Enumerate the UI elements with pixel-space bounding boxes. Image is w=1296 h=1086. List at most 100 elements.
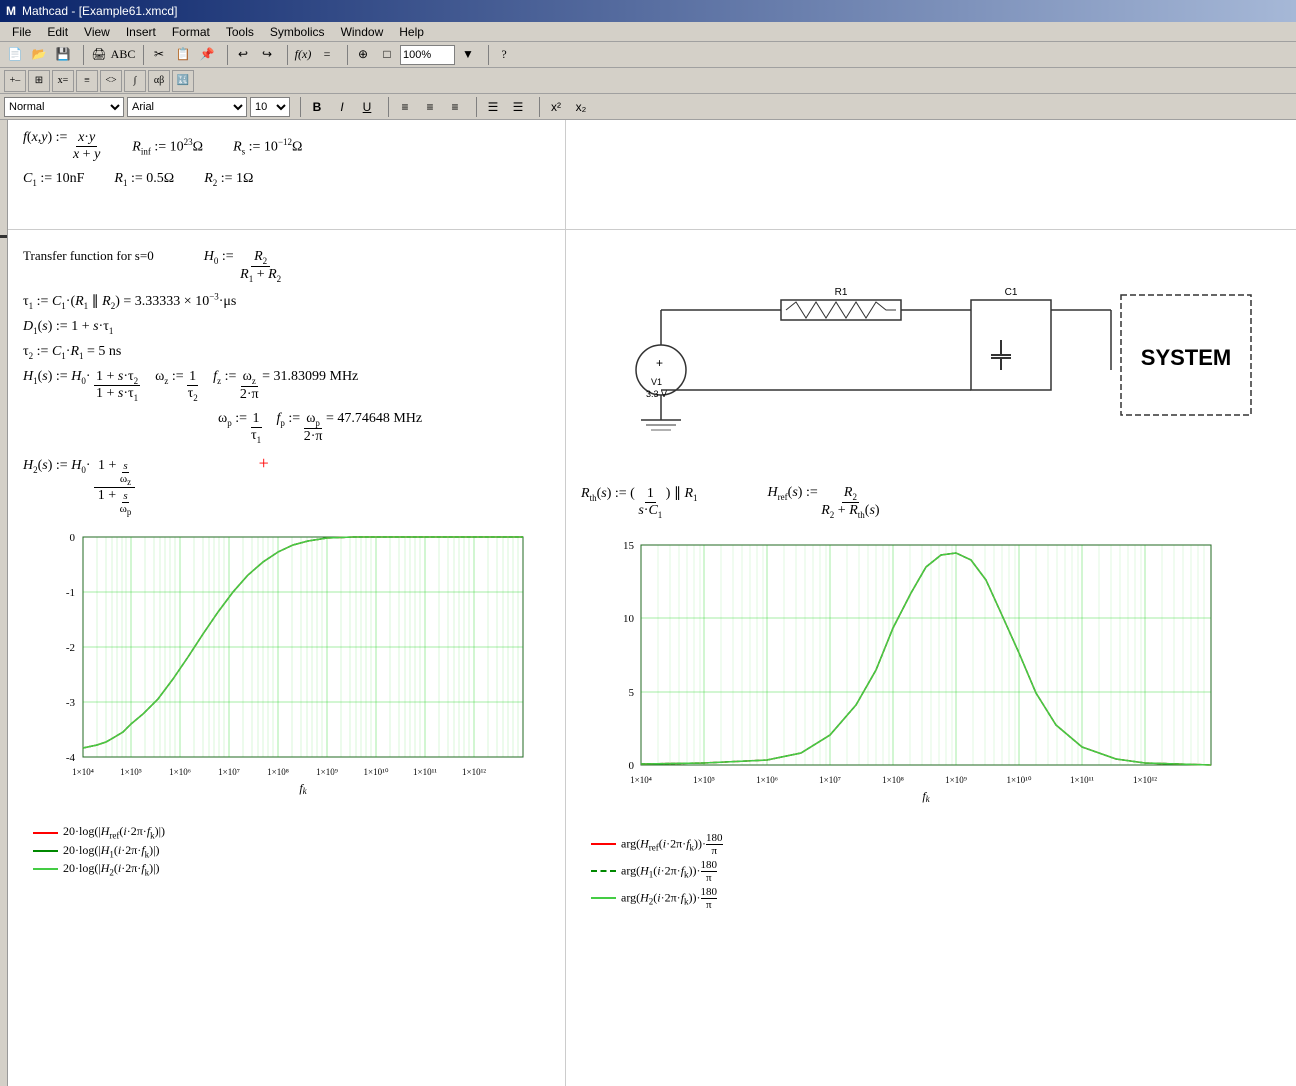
- math-btn-1[interactable]: +–: [4, 70, 26, 92]
- menu-insert[interactable]: Insert: [118, 25, 164, 39]
- eq-r1[interactable]: R1 := 0.5Ω: [114, 171, 174, 188]
- bode-phase-chart: 15 10 5 0: [581, 535, 1231, 825]
- tau2-expr[interactable]: τ2 := C1·R1 = 5 ns: [23, 344, 121, 359]
- circuit-svg: + V1 3.3 V R1 500 mΩ: [581, 240, 1261, 460]
- D1-expr[interactable]: D1(s) := 1 + s·τ1: [23, 319, 113, 334]
- style-select[interactable]: Normal: [4, 97, 124, 117]
- menu-format[interactable]: Format: [164, 25, 218, 39]
- open-button[interactable]: 📂: [28, 44, 50, 66]
- svg-text:1×10⁴: 1×10⁴: [72, 767, 94, 777]
- menu-edit[interactable]: Edit: [39, 25, 76, 39]
- paste-button[interactable]: 📌: [196, 44, 218, 66]
- math-btn-3[interactable]: x=: [52, 70, 74, 92]
- align-left-button[interactable]: ≡: [394, 96, 416, 118]
- legend-h2-line: [33, 868, 58, 870]
- zoom-input[interactable]: [400, 45, 455, 65]
- menu-tools[interactable]: Tools: [218, 25, 262, 39]
- align-right-button[interactable]: ≡: [444, 96, 466, 118]
- font-select[interactable]: Arial: [127, 97, 247, 117]
- math-btn-7[interactable]: αβ: [148, 70, 170, 92]
- size-select[interactable]: 10: [250, 97, 290, 117]
- math-btn-6[interactable]: ∫: [124, 70, 146, 92]
- svg-text:SYSTEM: SYSTEM: [1141, 345, 1231, 370]
- subscript-button[interactable]: x₂: [570, 96, 592, 118]
- svg-text:C1: C1: [1005, 287, 1018, 298]
- equation-button[interactable]: =: [316, 44, 338, 66]
- svg-text:1×10⁸: 1×10⁸: [267, 767, 289, 777]
- bold-button[interactable]: B: [306, 96, 328, 118]
- svg-text:1×10⁵: 1×10⁵: [120, 767, 142, 777]
- graph-button[interactable]: □: [376, 44, 398, 66]
- save-button[interactable]: 💾: [52, 44, 74, 66]
- cut-button[interactable]: ✂: [148, 44, 170, 66]
- fz-expr[interactable]: fz := ωz 2·π = 31.83099 MHz: [213, 369, 358, 403]
- help-button[interactable]: ?: [493, 44, 515, 66]
- function-button[interactable]: f(x): [292, 44, 314, 66]
- D1-row: D1(s) := 1 + s·τ1: [23, 317, 550, 336]
- menu-file[interactable]: File: [4, 25, 39, 39]
- list-button[interactable]: ☰: [482, 96, 504, 118]
- H1-expr[interactable]: H1(s) := H0· 1 + s·τ2 1 + s·τ1: [23, 369, 140, 404]
- math-btn-4[interactable]: ≡: [76, 70, 98, 92]
- legend-h1-line: [33, 850, 58, 852]
- H2-expr[interactable]: H2(s) := H0· 1 + s ωz 1 + s: [23, 458, 139, 473]
- align-center-button[interactable]: ≡: [419, 96, 441, 118]
- zoom-dropdown[interactable]: ▼: [457, 44, 479, 66]
- eq-c1[interactable]: C1 := 10nF: [23, 171, 84, 188]
- top-equations-row2: C1 := 10nF R1 := 0.5Ω R2 := 1Ω: [23, 171, 550, 188]
- insert-button[interactable]: ⊕: [352, 44, 374, 66]
- underline-button[interactable]: U: [356, 96, 378, 118]
- href-expr[interactable]: Href(s) := R2 R2 + Rth(s): [768, 485, 880, 520]
- spellcheck-button[interactable]: ABC: [112, 44, 134, 66]
- wz-expr[interactable]: ωz := 1 τ2: [155, 369, 198, 403]
- tau1-expr[interactable]: τ1 := C1·(R1 ∥ R2) = 3.33333 × 10−3·μs: [23, 294, 236, 309]
- legend-h1: 20·log(|H1(i·2π·fk)|): [33, 843, 550, 859]
- svg-text:1×10⁶: 1×10⁶: [169, 767, 191, 777]
- svg-text:1×10⁸: 1×10⁸: [882, 775, 904, 785]
- wp-expr[interactable]: ωp := 1 τ1: [218, 411, 262, 445]
- top-equations-row1: f(x,y) := x·y x + y Rinf := 1023Ω Rs := …: [23, 130, 550, 163]
- svg-text:1×10⁹: 1×10⁹: [945, 775, 967, 785]
- title-bar: M Mathcad - [Example61.xmcd]: [0, 0, 1296, 22]
- legend-h1-text: 20·log(|H1(i·2π·fk)|): [63, 843, 160, 859]
- menu-help[interactable]: Help: [391, 25, 432, 39]
- new-button[interactable]: 📄: [4, 44, 26, 66]
- math-btn-2[interactable]: ⊞: [28, 70, 50, 92]
- numlist-button[interactable]: ☰: [507, 96, 529, 118]
- menu-view[interactable]: View: [76, 25, 118, 39]
- eq-r2[interactable]: R2 := 1Ω: [204, 171, 253, 188]
- undo-button[interactable]: ↩: [232, 44, 254, 66]
- wp-row: ωp := 1 τ1 fp := ωp 2·π = 47.74648 MHz: [23, 411, 550, 445]
- legend-href-line: [33, 832, 58, 834]
- svg-text:-2: -2: [66, 642, 75, 654]
- print-button[interactable]: 🖨: [88, 44, 110, 66]
- main-content: f(x,y) := x·y x + y Rinf := 1023Ω Rs := …: [0, 120, 1296, 1086]
- eq-rinf[interactable]: Rinf := 1023Ω: [132, 137, 203, 156]
- copy-button[interactable]: 📋: [172, 44, 194, 66]
- left-chart-container[interactable]: 0 -1 -2 -3 -4: [23, 527, 550, 822]
- title-text: Mathcad - [Example61.xmcd]: [22, 4, 177, 18]
- legend-href: 20·log(|Href(i·2π·fk)|): [33, 824, 550, 840]
- svg-text:1×10⁵: 1×10⁵: [693, 775, 715, 785]
- plus-cursor: +: [259, 453, 269, 473]
- math-btn-8[interactable]: 🔣: [172, 70, 194, 92]
- superscript-button[interactable]: x²: [545, 96, 567, 118]
- italic-button[interactable]: I: [331, 96, 353, 118]
- eq-rs[interactable]: Rs := 10−12Ω: [233, 137, 302, 156]
- redo-button[interactable]: ↪: [256, 44, 278, 66]
- rth-expr[interactable]: Rth(s) := ( 1 s·C1 ) ∥ R1: [581, 485, 698, 520]
- menu-bar: File Edit View Insert Format Tools Symbo…: [0, 22, 1296, 42]
- right-chart-container[interactable]: 15 10 5 0: [581, 535, 1281, 830]
- format-sep4: [534, 97, 540, 117]
- svg-text:1×10⁷: 1×10⁷: [819, 775, 841, 785]
- sep4: [282, 45, 288, 65]
- fp-expr[interactable]: fp := ωp 2·π = 47.74648 MHz: [277, 411, 423, 445]
- svg-text:R1: R1: [835, 287, 848, 298]
- eq-fxy[interactable]: f(x,y) := x·y x + y: [23, 130, 102, 163]
- menu-symbolics[interactable]: Symbolics: [262, 25, 333, 39]
- math-btn-5[interactable]: <>: [100, 70, 122, 92]
- menu-window[interactable]: Window: [333, 25, 392, 39]
- H0-expr[interactable]: H0 := R2 R1 + R2: [204, 249, 284, 284]
- cursor-indicator: [0, 235, 7, 238]
- legend-right-h1-text: arg(H1(i·2π·fk))·180π: [621, 859, 717, 884]
